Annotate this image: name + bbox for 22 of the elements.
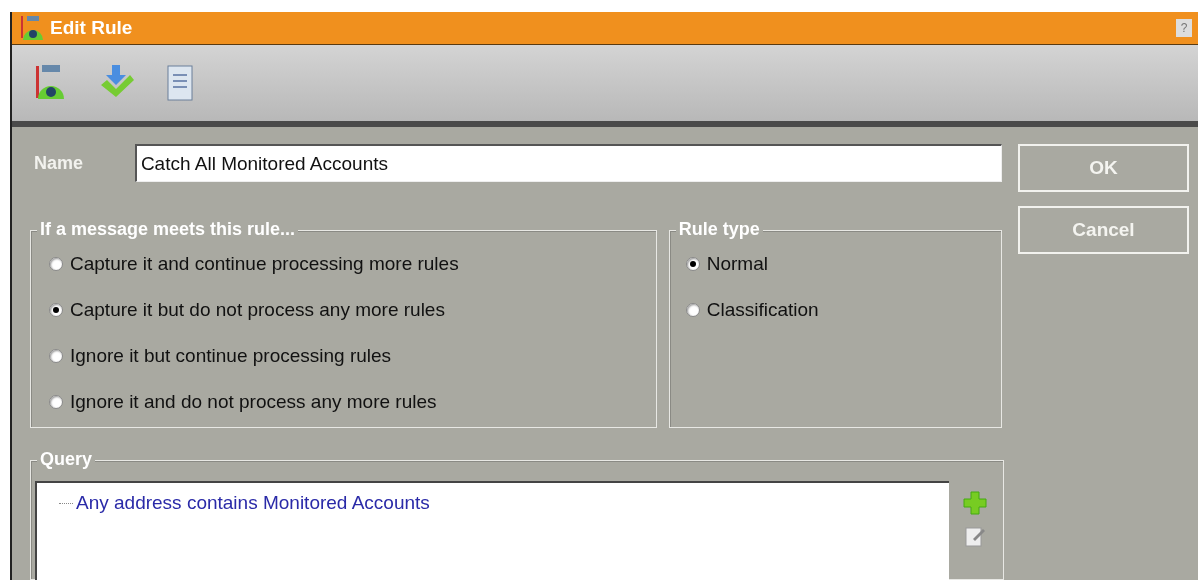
radio-button[interactable] [685,303,700,317]
radio-label: Normal [706,251,768,276]
radio-button[interactable] [685,257,700,271]
radio-label: Capture it but do not process any more rules [70,297,445,322]
radio-button[interactable] [49,257,63,271]
radio-label: Ignore it and do not process any more rules [70,389,437,414]
help-button[interactable]: ? [1176,19,1192,38]
radio-label: Ignore it but continue processing rules [70,343,392,368]
radio-button[interactable] [49,349,63,363]
document-icon[interactable] [164,63,196,104]
radio-button[interactable] [49,395,63,409]
edit-icon[interactable] [965,525,985,547]
radio-label: Classification [706,297,819,322]
query-item[interactable]: Any address contains Monitored Accounts [76,489,430,518]
radio-button[interactable] [49,303,63,317]
name-field[interactable]: Catch All Monitored Accounts [134,144,1002,182]
dialog-button[interactable]: Cancel [1018,206,1189,254]
radio-label: Capture it and continue processing more rules [70,251,459,276]
window-title: Edit Rule [50,15,133,40]
dialog-button[interactable]: OK [1018,144,1189,192]
toolbox-icon [18,14,44,43]
name-label: Name [33,151,85,175]
